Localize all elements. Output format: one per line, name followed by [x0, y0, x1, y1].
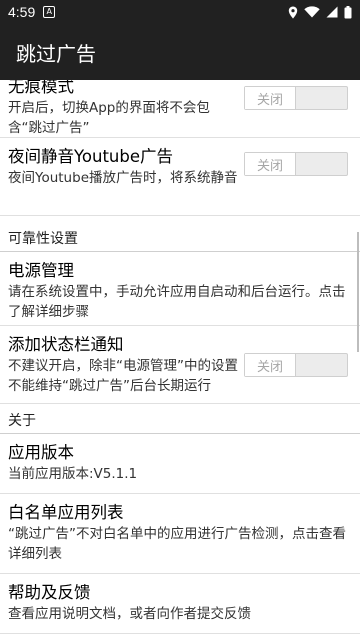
pref-version[interactable]: 应用版本 当前应用版本:V5.1.1: [0, 434, 360, 494]
pref-summary: “跳过广告”不对白名单中的应用进行广告检测，点击查看详细列表: [8, 526, 346, 562]
settings-list[interactable]: 无痕模式 开启后，切换App的界面将不会包含“跳过广告” 关闭 夜间静音Yout…: [0, 80, 360, 641]
status-time: 4:59: [8, 4, 36, 20]
app-bar: 跳过广告: [0, 24, 360, 80]
scrollbar-thumb[interactable]: [357, 232, 359, 352]
notification-a-icon: A: [43, 6, 56, 18]
app-title: 跳过广告: [16, 41, 96, 66]
night-mute-toggle[interactable]: 关闭: [244, 152, 348, 176]
pref-title: 帮助及反馈: [8, 583, 91, 602]
wifi-icon: [304, 6, 320, 18]
pref-summary: 请在系统设置中，手动允许应用自启动和后台运行。点击了解详细步骤: [8, 284, 346, 320]
pref-no-trace[interactable]: 无痕模式 开启后，切换App的界面将不会包含“跳过广告” 关闭: [0, 80, 360, 138]
pref-whitelist[interactable]: 白名单应用列表 “跳过广告”不对白名单中的应用进行广告检测，点击查看详细列表: [0, 494, 360, 574]
pref-summary: 当前应用版本:V5.1.1: [8, 466, 138, 482]
toggle-label: 关闭: [245, 87, 296, 109]
status-icons: [288, 5, 352, 19]
battery-icon: [344, 5, 352, 18]
pref-statusbar-notify[interactable]: 添加状态栏通知 不建议开启，除非“电源管理”中的设置不能维持“跳过广告”后台长期…: [0, 326, 360, 404]
status-bar: 4:59 A: [0, 0, 360, 24]
pref-power[interactable]: 电源管理 请在系统设置中，手动允许应用自启动和后台运行。点击了解详细步骤: [0, 252, 360, 326]
toggle-label: 关闭: [245, 153, 296, 175]
section-header-reliability: 可靠性设置: [0, 216, 360, 252]
section-header-about: 关于: [0, 404, 360, 434]
pref-title: 电源管理: [8, 261, 74, 280]
statusbar-notify-toggle[interactable]: 关闭: [244, 353, 348, 377]
signal-icon: [326, 6, 338, 18]
pref-help[interactable]: 帮助及反馈 查看应用说明文档，或者向作者提交反馈: [0, 574, 360, 634]
pref-night-mute[interactable]: 夜间静音Youtube广告 夜间Youtube播放广告时，将系统静音 关闭: [0, 138, 360, 216]
location-icon: [288, 6, 298, 18]
pref-title: 白名单应用列表: [8, 503, 124, 522]
pref-summary: 查看应用说明文档，或者向作者提交反馈: [8, 606, 251, 622]
toggle-label: 关闭: [245, 354, 296, 376]
no-trace-toggle[interactable]: 关闭: [244, 86, 348, 110]
pref-title: 应用版本: [8, 443, 74, 462]
